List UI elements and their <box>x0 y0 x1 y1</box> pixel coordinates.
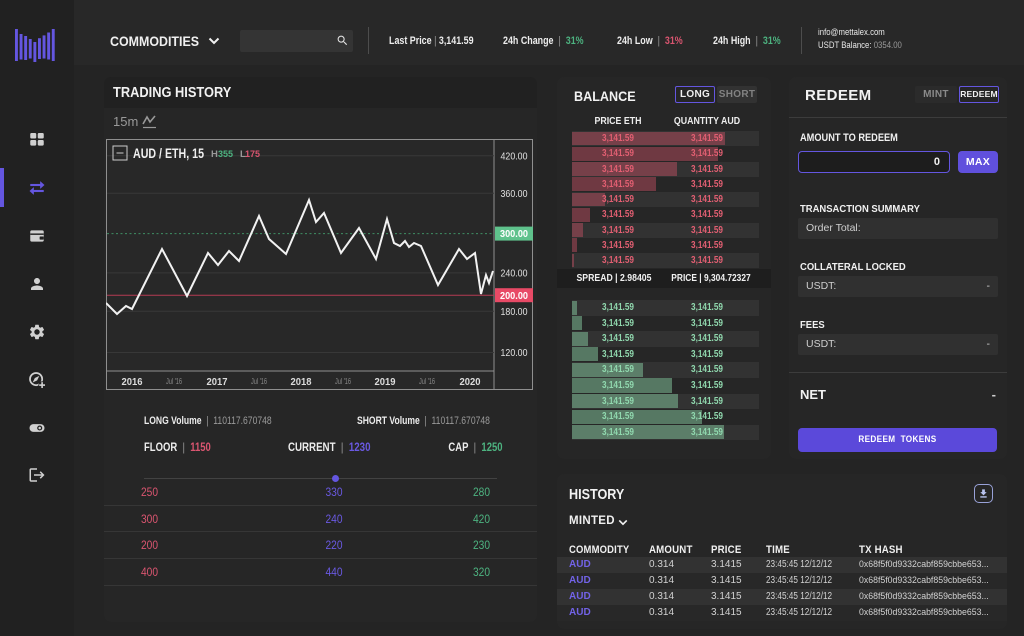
svg-text:Jul '16: Jul '16 <box>335 376 351 386</box>
svg-text:200.00: 200.00 <box>500 291 528 302</box>
svg-text:240.00: 240.00 <box>501 269 528 280</box>
svg-text:175: 175 <box>245 149 261 160</box>
svg-text:120.00: 120.00 <box>501 348 528 359</box>
svg-text:AUD / ETH, 15: AUD / ETH, 15 <box>133 146 204 161</box>
svg-text:355: 355 <box>218 149 234 160</box>
svg-text:2019: 2019 <box>375 376 396 388</box>
svg-text:Jul '16: Jul '16 <box>251 376 267 386</box>
svg-text:420.00: 420.00 <box>501 151 528 162</box>
svg-text:2018: 2018 <box>291 376 312 388</box>
svg-text:H: H <box>211 149 218 160</box>
svg-text:360.00: 360.00 <box>501 189 528 200</box>
svg-text:2016: 2016 <box>122 376 143 388</box>
svg-text:Jul '16: Jul '16 <box>419 376 435 386</box>
svg-text:300.00: 300.00 <box>500 229 528 240</box>
svg-text:180.00: 180.00 <box>501 307 528 318</box>
svg-text:2017: 2017 <box>207 376 228 388</box>
svg-text:Jul '16: Jul '16 <box>166 376 182 386</box>
svg-text:2020: 2020 <box>460 376 481 388</box>
